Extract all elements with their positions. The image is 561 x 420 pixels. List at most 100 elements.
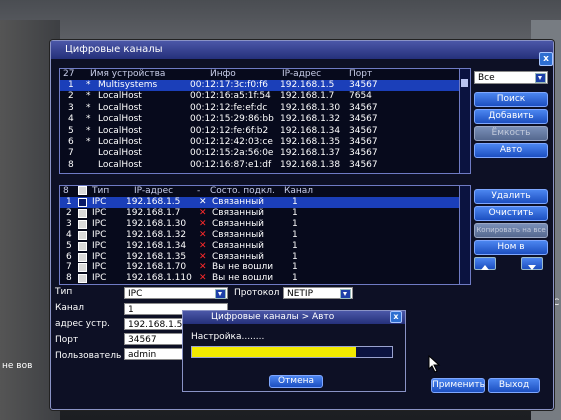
- dialog-close-icon[interactable]: x: [390, 311, 402, 323]
- col-ip-header: IP-адрес: [282, 69, 322, 79]
- auto-button[interactable]: Авто: [474, 143, 548, 158]
- channel-ip: 192.168.1.110: [126, 273, 192, 284]
- channel-type: IPC: [92, 273, 107, 284]
- channel-ip: 192.168.1.70: [126, 262, 187, 273]
- cancel-button[interactable]: Отмена: [269, 375, 323, 388]
- device-mark: *: [86, 102, 91, 113]
- apply-button[interactable]: Применить: [431, 378, 485, 393]
- move-down-button[interactable]: [521, 257, 543, 270]
- channel-ip: 192.168.1.35: [126, 251, 187, 262]
- channel-row[interactable]: 6 IPC 192.168.1.35 ✕ Связанный 1: [60, 252, 459, 263]
- device-ip: 192.168.1.7: [280, 91, 335, 102]
- device-info: 00:12:12:42:03:ce: [190, 137, 273, 147]
- status-x-icon: ✕: [199, 273, 207, 284]
- channel-state: Вы не вошли: [212, 273, 274, 284]
- channel-row[interactable]: 3 IPC 192.168.1.30 ✕ Связанный 1: [60, 219, 459, 230]
- clear-button[interactable]: Очистить: [474, 206, 548, 221]
- copy-all-button[interactable]: Копировать на все: [474, 223, 548, 238]
- add-button[interactable]: Добавить: [474, 109, 548, 124]
- channel-channel: 1: [292, 218, 298, 229]
- window-titlebar: Цифровые каналы: [51, 41, 553, 59]
- type-select[interactable]: IPC: [124, 287, 228, 299]
- device-num: 7: [68, 148, 74, 159]
- channel-ip: 192.168.1.7: [126, 207, 181, 218]
- device-ip: 192.168.1.38: [280, 159, 341, 170]
- channel-row[interactable]: 1 IPC 192.168.1.5 ✕ Связанный 1: [60, 197, 459, 208]
- port-field[interactable]: 34567: [124, 333, 184, 345]
- channel-list-scrollbar[interactable]: [459, 186, 470, 284]
- address-field[interactable]: 192.168.1.5: [124, 318, 184, 330]
- channel-row[interactable]: 7 IPC 192.168.1.70 ✕ Вы не вошли 1: [60, 262, 459, 273]
- device-row[interactable]: 4 * LocalHost 00:12:15:29:86:bb 192.168.1.32…: [60, 114, 459, 125]
- device-info: 00:12:15:29:86:bb: [190, 114, 274, 125]
- col-channel-header: Канал: [284, 186, 314, 196]
- channel-type: IPC: [92, 262, 107, 273]
- col-port-header: Порт: [349, 69, 373, 79]
- channel-num: 3: [66, 218, 72, 229]
- channel-type: IPC: [92, 240, 107, 251]
- status-x-icon: ✕: [199, 218, 207, 229]
- channel-ip: 192.168.1.32: [126, 229, 187, 240]
- window-title: Цифровые каналы: [65, 44, 163, 55]
- device-ip: 192.168.1.34: [280, 125, 341, 136]
- scrollbar-thumb[interactable]: [461, 79, 468, 87]
- device-name: LocalHost: [98, 102, 142, 113]
- device-num: 3: [68, 102, 74, 113]
- device-info: 00:12:12:fe:6f:b2: [190, 125, 269, 136]
- device-num: 4: [68, 114, 74, 125]
- col-info-header: Инфо: [210, 69, 236, 79]
- device-ip: 192.168.1.5: [280, 80, 335, 90]
- device-mark: *: [86, 114, 91, 125]
- type-label: Тип: [55, 287, 73, 297]
- status-x-icon: ✕: [199, 240, 207, 251]
- channel-row[interactable]: 2 IPC 192.168.1.7 ✕ Связанный 1: [60, 208, 459, 219]
- channel-ip: 192.168.1.34: [126, 240, 187, 251]
- channel-row[interactable]: 4 IPC 192.168.1.32 ✕ Связанный 1: [60, 230, 459, 241]
- channel-state: Вы не вошли: [212, 262, 274, 273]
- device-num: 8: [68, 159, 74, 170]
- exit-button[interactable]: Выход: [488, 378, 540, 393]
- device-row[interactable]: 5 * LocalHost 00:12:12:fe:6f:b2 192.168.1.34…: [60, 126, 459, 137]
- device-port: 7654: [349, 91, 372, 102]
- device-name: LocalHost: [98, 91, 142, 102]
- close-icon[interactable]: x: [539, 52, 553, 66]
- device-row[interactable]: 2 * LocalHost 00:12:16:a5:1f:54 192.168.1.7 7…: [60, 91, 459, 102]
- channel-channel: 1: [292, 273, 298, 284]
- channel-num: 6: [66, 251, 72, 262]
- device-mark: *: [86, 137, 91, 147]
- disabled-button-top[interactable]: Ёмкость: [474, 126, 548, 141]
- mouse-cursor-icon: [428, 355, 441, 373]
- num-button[interactable]: Ном в: [474, 240, 548, 255]
- protocol-select[interactable]: NETIP: [283, 287, 353, 299]
- channel-state: Связанный: [212, 240, 265, 251]
- channel-type: IPC: [92, 251, 107, 262]
- progress-fill: [192, 347, 356, 357]
- channel-row[interactable]: 8 IPC 192.168.1.110 ✕ Вы не вошли 1: [60, 273, 459, 284]
- device-list-scrollbar[interactable]: [459, 69, 470, 173]
- status-x-icon: ✕: [199, 207, 207, 218]
- device-row[interactable]: 7 LocalHost 00:12:15:2a:56:0e 192.168.1.37 3…: [60, 148, 459, 159]
- user-field[interactable]: admin: [124, 348, 184, 360]
- protocol-label: Протокол: [234, 288, 280, 298]
- device-count: 27: [63, 69, 75, 79]
- device-row[interactable]: 3 * LocalHost 00:12:12:fe:ef:dc 192.168.1.30…: [60, 103, 459, 114]
- device-row[interactable]: 8 LocalHost 00:12:16:87:e1:df 192.168.1.38 3…: [60, 160, 459, 171]
- col-state-header: Состо. подкл.: [210, 186, 275, 196]
- device-port: 34567: [349, 159, 378, 170]
- filter-select[interactable]: Все: [474, 71, 548, 84]
- device-row[interactable]: 1 * Multisystems 00:12:17:3c:f0:f6 192.168.1…: [60, 80, 459, 91]
- chevron-down-icon: [215, 289, 226, 299]
- channel-num: 2: [66, 207, 72, 218]
- channel-row[interactable]: 5 IPC 192.168.1.34 ✕ Связанный 1: [60, 241, 459, 252]
- delete-button[interactable]: Удалить: [474, 189, 548, 204]
- move-up-button[interactable]: [474, 257, 496, 270]
- channel-channel: 1: [292, 197, 298, 207]
- device-row[interactable]: 6 * LocalHost 00:12:12:42:03:ce 192.168.1.35…: [60, 137, 459, 148]
- channel-state: Связанный: [212, 197, 265, 207]
- port-label: Порт: [55, 335, 79, 345]
- search-button[interactable]: Поиск: [474, 92, 548, 107]
- channel-channel: 1: [292, 207, 298, 218]
- device-info: 00:12:15:2a:56:0e: [190, 148, 274, 159]
- device-port: 34567: [349, 125, 378, 136]
- channel-type: IPC: [92, 197, 107, 207]
